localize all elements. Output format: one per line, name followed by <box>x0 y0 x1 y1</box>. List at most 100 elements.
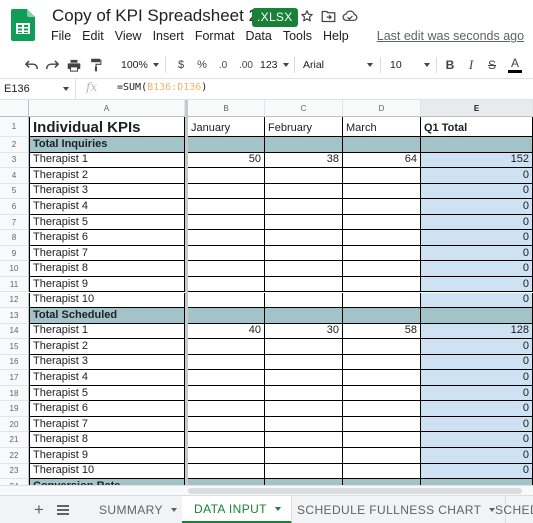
cell-d10[interactable] <box>343 261 421 277</box>
cell-c6[interactable] <box>265 199 343 215</box>
cell-e13[interactable] <box>421 308 533 324</box>
menu-help[interactable]: Help <box>323 29 349 47</box>
column-header-d[interactable]: D <box>343 100 421 117</box>
row-header[interactable]: 2 <box>0 137 29 153</box>
cell-d3[interactable]: 64 <box>343 152 421 169</box>
cell-b1[interactable]: January <box>188 117 265 137</box>
add-sheet-icon[interactable]: + <box>29 500 49 520</box>
cell-e21[interactable]: 0 <box>421 432 533 448</box>
cell-a11[interactable]: Therapist 9 <box>29 276 185 293</box>
cell-a9[interactable]: Therapist 7 <box>29 245 185 262</box>
cell-c21[interactable] <box>265 432 343 448</box>
cell-c15[interactable] <box>265 339 343 355</box>
cell-c12[interactable] <box>265 292 343 309</box>
text-color-button[interactable]: A <box>506 54 524 76</box>
row-header[interactable]: 21 <box>0 432 29 448</box>
cell-b21[interactable] <box>188 432 265 448</box>
cell-b17[interactable] <box>188 370 265 386</box>
cell-b8[interactable] <box>188 230 265 246</box>
cell-a17[interactable]: Therapist 4 <box>29 370 185 386</box>
cell-d12[interactable] <box>343 292 421 309</box>
menu-view[interactable]: View <box>115 29 142 47</box>
cell-c14[interactable]: 30 <box>265 323 343 340</box>
row-header[interactable]: 9 <box>0 245 29 262</box>
star-icon[interactable] <box>298 7 316 25</box>
column-header-b[interactable]: B <box>188 100 265 117</box>
cell-a23[interactable]: Therapist 10 <box>29 463 185 480</box>
cell-a22[interactable]: Therapist 9 <box>29 448 185 464</box>
row-header[interactable]: 6 <box>0 199 29 215</box>
cell-e16[interactable]: 0 <box>421 354 533 371</box>
cell-a1[interactable]: Individual KPIs <box>29 117 185 137</box>
cell-a2[interactable]: Total Inquiries <box>29 137 185 153</box>
cell-c20[interactable] <box>265 416 343 433</box>
cell-c1[interactable]: February <box>265 117 343 137</box>
redo-icon[interactable] <box>43 54 61 76</box>
cell-a18[interactable]: Therapist 5 <box>29 385 185 402</box>
cell-e15[interactable]: 0 <box>421 339 533 355</box>
cell-e2[interactable] <box>421 137 533 153</box>
last-edit-link[interactable]: Last edit was seconds ago <box>377 29 524 47</box>
cell-a15[interactable]: Therapist 2 <box>29 339 185 355</box>
cell-a19[interactable]: Therapist 6 <box>29 401 185 417</box>
cell-b5[interactable] <box>188 183 265 200</box>
paint-format-icon[interactable] <box>87 54 105 76</box>
select-all-corner[interactable] <box>0 100 29 117</box>
cell-a12[interactable]: Therapist 10 <box>29 292 185 309</box>
cell-d4[interactable] <box>343 168 421 184</box>
cell-c8[interactable] <box>265 230 343 246</box>
cell-a5[interactable]: Therapist 3 <box>29 183 185 200</box>
cell-e14[interactable]: 128 <box>421 323 533 340</box>
cell-b7[interactable] <box>188 214 265 231</box>
cell-b11[interactable] <box>188 276 265 293</box>
menu-tools[interactable]: Tools <box>283 29 312 47</box>
print-icon[interactable] <box>65 54 83 76</box>
cell-b2[interactable] <box>188 137 265 153</box>
cell-e4[interactable]: 0 <box>421 168 533 184</box>
all-sheets-icon[interactable] <box>53 500 73 520</box>
cell-d16[interactable] <box>343 354 421 371</box>
cell-e17[interactable]: 0 <box>421 370 533 386</box>
row-header[interactable]: 16 <box>0 354 29 371</box>
row-header[interactable]: 4 <box>0 168 29 184</box>
cell-d5[interactable] <box>343 183 421 200</box>
move-folder-icon[interactable] <box>319 7 337 25</box>
cell-b18[interactable] <box>188 385 265 402</box>
cell-c4[interactable] <box>265 168 343 184</box>
cell-b12[interactable] <box>188 292 265 309</box>
cell-b3[interactable]: 50 <box>188 152 265 169</box>
formula-input[interactable]: =SUM(B136:D136) <box>117 82 207 93</box>
cell-e18[interactable]: 0 <box>421 385 533 402</box>
cell-a7[interactable]: Therapist 5 <box>29 214 185 231</box>
row-header[interactable]: 1 <box>0 117 29 137</box>
cell-b9[interactable] <box>188 245 265 262</box>
cell-c11[interactable] <box>265 276 343 293</box>
cell-e8[interactable]: 0 <box>421 230 533 246</box>
row-header[interactable]: 3 <box>0 152 29 169</box>
name-box[interactable]: E136 <box>0 79 76 100</box>
cell-c19[interactable] <box>265 401 343 417</box>
column-header-c[interactable]: C <box>265 100 343 117</box>
cell-b23[interactable] <box>188 463 265 480</box>
cell-b14[interactable]: 40 <box>188 323 265 340</box>
cell-c5[interactable] <box>265 183 343 200</box>
cell-b20[interactable] <box>188 416 265 433</box>
zoom-select[interactable]: 100% <box>121 54 159 76</box>
cell-e22[interactable]: 0 <box>421 448 533 464</box>
cell-c23[interactable] <box>265 463 343 480</box>
horizontal-scrollbar-thumb[interactable] <box>188 488 522 494</box>
cell-d1[interactable]: March <box>343 117 421 137</box>
undo-icon[interactable] <box>22 54 40 76</box>
cell-a16[interactable]: Therapist 3 <box>29 354 185 371</box>
row-header[interactable]: 19 <box>0 401 29 417</box>
increase-decimals-button[interactable]: .00 <box>236 54 256 76</box>
cell-d17[interactable] <box>343 370 421 386</box>
google-sheets-logo-icon[interactable] <box>11 9 35 41</box>
row-header[interactable]: 23 <box>0 463 29 480</box>
cell-a10[interactable]: Therapist 8 <box>29 261 185 277</box>
more-formats-select[interactable]: 123 <box>260 54 289 76</box>
cell-c9[interactable] <box>265 245 343 262</box>
cell-e20[interactable]: 0 <box>421 416 533 433</box>
font-size-select[interactable]: 10 <box>390 54 430 76</box>
cell-d7[interactable] <box>343 214 421 231</box>
